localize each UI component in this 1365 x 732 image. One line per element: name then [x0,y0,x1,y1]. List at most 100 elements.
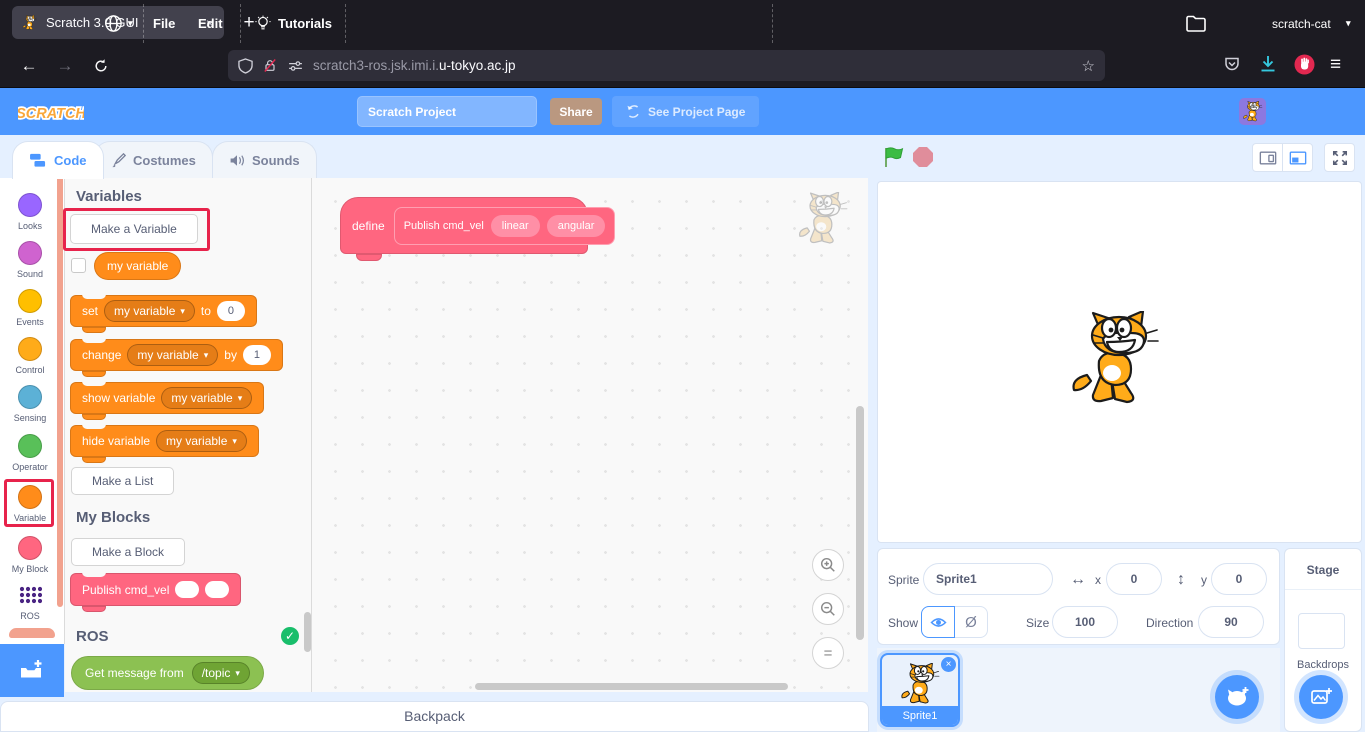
small-stage-layout-button[interactable] [1252,143,1283,172]
hide-sprite-button[interactable]: Ø [954,606,988,638]
category-scrollbar[interactable] [57,150,63,607]
file-folder-icon[interactable] [1185,0,1207,47]
stage-sprite-cat[interactable] [1067,309,1167,413]
change-variable-block[interactable]: change my variable by 1 [70,339,283,371]
publish-cmd-vel-prototype[interactable]: Publish cmd_vel linear angular [394,207,616,245]
workspace-vertical-scrollbar[interactable] [856,406,864,640]
blocker-extension-icon[interactable] [1294,54,1315,80]
make-variable-button[interactable]: Make a Variable [70,214,198,244]
x-position-input[interactable] [1106,563,1162,595]
menubar-divider [240,4,241,43]
menubar-divider [772,4,773,43]
zoom-out-button[interactable] [812,593,844,625]
divider [1285,589,1361,590]
variable-monitor-checkbox[interactable] [71,258,86,273]
account-avatar[interactable] [1239,98,1266,125]
menu-file[interactable]: File [153,0,175,47]
downloads-icon[interactable] [1258,54,1278,79]
value-input[interactable]: 1 [243,345,271,365]
value-input[interactable]: 0 [217,301,245,321]
direction-label: Direction [1146,616,1193,630]
account-menu-caret[interactable]: ▾ [1346,0,1351,47]
menu-edit[interactable]: Edit [198,0,223,47]
insecure-lock-icon[interactable] [262,57,278,74]
back-button[interactable]: ← [14,52,44,80]
variable-dropdown[interactable]: my variable [156,430,247,452]
my-variable-reporter-block[interactable]: my variable [94,252,181,280]
zoom-in-button[interactable] [812,549,844,581]
url-bar[interactable]: scratch3-ros.jsk.imi.i.u-tokyo.ac.jp ☆ [228,50,1105,81]
category-sensing[interactable]: Sensing [3,385,57,423]
add-sprite-button[interactable] [1215,675,1259,719]
tab-code[interactable]: Code [12,141,104,179]
stop-button[interactable] [913,147,933,167]
define-hat-block[interactable]: define Publish cmd_vel linear angular [340,197,588,254]
menu-icon[interactable]: ≡ [1330,54,1341,76]
pocket-icon[interactable] [1222,54,1242,79]
backdrop-thumbnail[interactable] [1298,613,1345,649]
see-project-page-button[interactable]: See Project Page [612,96,759,127]
project-name-input[interactable] [357,96,537,127]
make-block-button[interactable]: Make a Block [71,538,185,566]
argument-slot[interactable] [175,581,199,598]
category-ros[interactable]: ROS [3,583,57,621]
permissions-icon[interactable] [287,58,304,74]
variable-dropdown[interactable]: my variable [127,344,218,366]
svg-text:SCRATCH: SCRATCH [18,106,84,122]
share-button[interactable]: Share [550,98,602,125]
category-looks[interactable]: Looks [3,193,57,231]
sprite-name-input[interactable] [923,563,1053,595]
shield-icon[interactable] [238,58,253,74]
direction-input[interactable] [1198,606,1264,638]
category-variable[interactable]: Variable [3,485,57,523]
show-sprite-button[interactable] [921,606,955,638]
menubar-divider [143,4,144,43]
zoom-out-icon [819,600,837,618]
get-message-from-block[interactable]: Get message from /topic [71,656,264,690]
reload-button[interactable] [86,52,116,80]
add-backdrop-button[interactable] [1299,675,1343,719]
forward-button[interactable]: → [50,52,80,80]
stage-selector-panel[interactable]: Stage Backdrops [1284,548,1362,732]
globe-icon [104,14,123,33]
tab-sounds[interactable]: Sounds [212,141,317,179]
make-list-button[interactable]: Make a List [71,467,174,495]
account-username[interactable]: scratch-cat [1272,0,1331,47]
size-input[interactable] [1052,606,1118,638]
argument-slot[interactable] [205,581,229,598]
set-variable-block[interactable]: set my variable to 0 [70,295,257,327]
category-events[interactable]: Events [3,289,57,327]
tab-costumes[interactable]: Costumes [94,141,213,179]
workspace-horizontal-scrollbar[interactable] [475,683,788,690]
fullscreen-button[interactable] [1324,143,1355,172]
green-flag-button[interactable] [883,146,905,168]
category-control[interactable]: Control [3,337,57,375]
menubar-divider [345,4,346,43]
param-angular[interactable]: angular [547,215,606,237]
define-label: define [352,219,385,233]
code-workspace[interactable]: define Publish cmd_vel linear angular = [312,178,868,692]
topic-dropdown[interactable]: /topic [192,662,250,684]
bookmark-star-icon[interactable]: ☆ [1082,57,1095,75]
add-extension-button[interactable] [0,644,64,697]
sprite-delete-icon[interactable]: × [941,657,956,672]
stage-canvas[interactable] [877,181,1362,543]
sprite-thumbnail-sprite1[interactable]: × Sprite1 [880,653,960,727]
scratch-logo[interactable]: SCRATCH [18,96,84,128]
param-linear[interactable]: linear [491,215,540,237]
variable-dropdown[interactable]: my variable [161,387,252,409]
palette-scrollbar[interactable] [304,612,311,652]
show-variable-block[interactable]: show variable my variable [70,382,264,414]
category-operator[interactable]: Operator [3,434,57,472]
menu-tutorials[interactable]: Tutorials [255,0,332,47]
y-position-input[interactable] [1211,563,1267,595]
variable-dropdown[interactable]: my variable [104,300,195,322]
category-sound[interactable]: Sound [3,241,57,279]
publish-cmd-vel-block[interactable]: Publish cmd_vel [70,573,241,606]
large-stage-layout-button[interactable] [1282,143,1313,172]
category-my-block[interactable]: My Block [3,536,57,574]
language-selector[interactable]: ▾ [104,0,133,47]
hide-variable-block[interactable]: hide variable my variable [70,425,259,457]
backpack-bar[interactable]: Backpack [0,701,869,732]
zoom-reset-button[interactable]: = [812,637,844,669]
